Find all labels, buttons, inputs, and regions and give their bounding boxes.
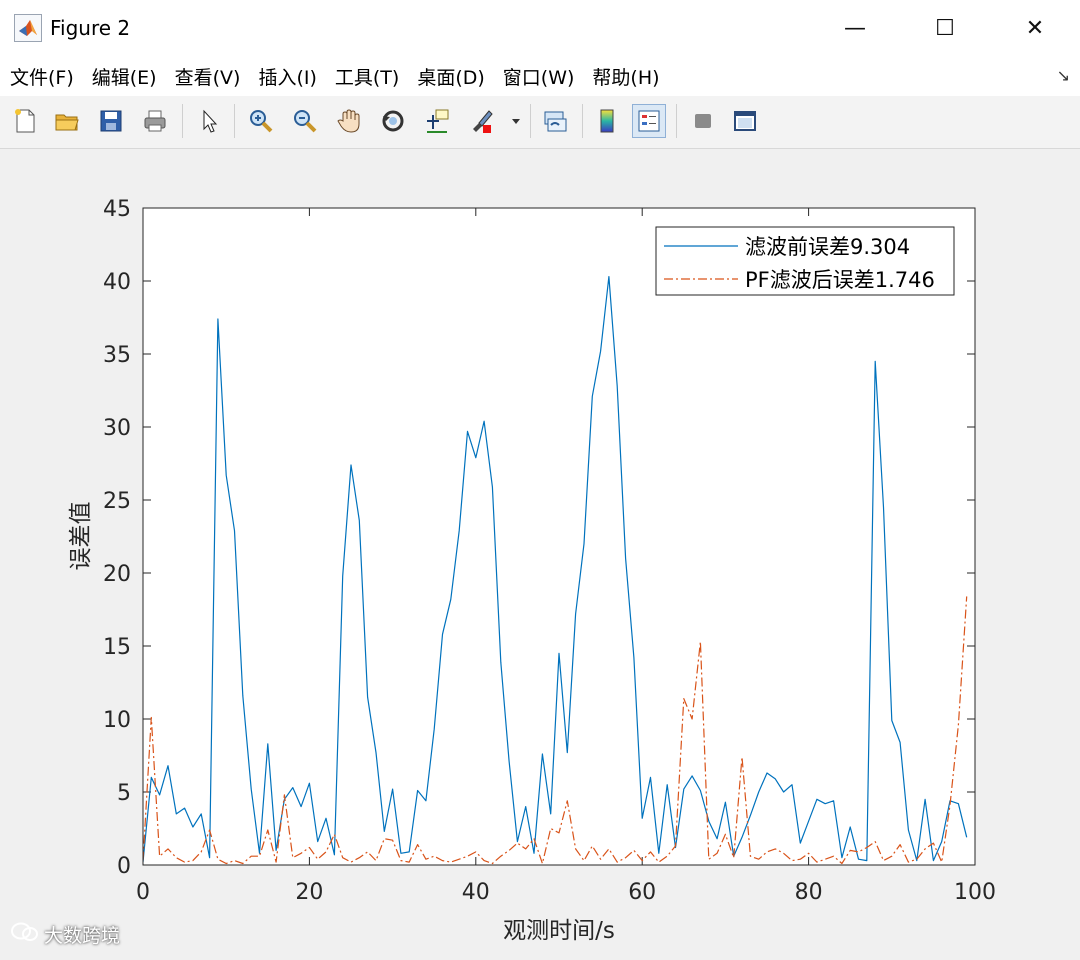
pan-hand-icon[interactable] — [332, 104, 366, 138]
menu-view[interactable]: 查看(V) — [175, 63, 241, 90]
menu-window[interactable]: 窗口(W) — [503, 63, 575, 90]
y-axis-label: 误差值 — [68, 502, 94, 571]
y-tick-label: 30 — [103, 416, 131, 441]
legend-label-before: 滤波前误差9.304 — [745, 235, 910, 259]
window-controls: — ☐ ✕ — [810, 0, 1080, 56]
show-tools-icon[interactable] — [728, 104, 762, 138]
figure-toolbar — [0, 96, 1080, 149]
save-icon[interactable] — [94, 104, 128, 138]
brush-dropdown-icon[interactable] — [504, 104, 528, 138]
x-tick-label: 40 — [462, 880, 490, 905]
legend-icon[interactable] — [632, 104, 666, 138]
zoom-in-icon[interactable] — [244, 104, 278, 138]
watermark-text: 大数跨境 — [44, 925, 121, 947]
legend[interactable]: 滤波前误差9.304 PF滤波后误差1.746 — [655, 226, 955, 296]
rotate-3d-icon[interactable] — [376, 104, 410, 138]
y-tick-label: 35 — [103, 343, 131, 368]
wechat-logo-icon — [10, 921, 40, 948]
new-figure-icon[interactable] — [8, 104, 42, 138]
line-chart: 0 20 40 60 80 100 0 5 10 15 20 25 30 35 40 45 观测时间/s 误差… — [68, 197, 996, 944]
y-tick-label: 15 — [103, 635, 131, 660]
open-folder-icon[interactable] — [50, 104, 84, 138]
close-button[interactable]: ✕ — [990, 0, 1080, 56]
menu-help[interactable]: 帮助(H) — [592, 63, 659, 90]
y-tick-label: 40 — [103, 270, 131, 295]
colorbar-icon[interactable] — [590, 104, 624, 138]
menu-bar: 文件(F) 编辑(E) 查看(V) 插入(I) 工具(T) 桌面(D) 窗口(W… — [0, 56, 1080, 96]
menu-insert[interactable]: 插入(I) — [258, 63, 316, 90]
window-titlebar: Figure 2 — ☐ ✕ — [0, 0, 1080, 56]
legend-label-after: PF滤波后误差1.746 — [745, 268, 935, 292]
y-tick-label: 0 — [117, 854, 131, 879]
y-tick-label: 10 — [103, 708, 131, 733]
x-tick-label: 0 — [136, 880, 150, 905]
plot-area — [143, 208, 975, 865]
watermark: 大数跨境 — [10, 921, 120, 948]
link-plot-icon[interactable] — [538, 104, 572, 138]
y-tick-label: 20 — [103, 562, 131, 587]
x-tick-label: 60 — [628, 880, 656, 905]
x-tick-label: 20 — [295, 880, 323, 905]
matlab-logo-icon — [14, 14, 42, 42]
print-icon[interactable] — [138, 104, 172, 138]
y-tick-label: 45 — [103, 197, 131, 222]
menu-file[interactable]: 文件(F) — [10, 63, 74, 90]
x-tick-label: 100 — [954, 880, 996, 905]
x-tick-label: 80 — [795, 880, 823, 905]
minimize-button[interactable]: — — [810, 0, 900, 56]
zoom-out-icon[interactable] — [288, 104, 322, 138]
y-tick-label: 5 — [117, 781, 131, 806]
pointer-icon[interactable] — [192, 104, 226, 138]
menu-desktop[interactable]: 桌面(D) — [417, 63, 484, 90]
menu-edit[interactable]: 编辑(E) — [92, 63, 157, 90]
window-title: Figure 2 — [50, 16, 131, 40]
data-cursor-icon[interactable] — [420, 104, 454, 138]
dock-arrow-icon[interactable]: ↘ — [1057, 66, 1070, 85]
maximize-button[interactable]: ☐ — [900, 0, 990, 56]
menu-tools[interactable]: 工具(T) — [335, 63, 399, 90]
y-tick-label: 25 — [103, 489, 131, 514]
hide-tools-icon[interactable] — [686, 104, 720, 138]
brush-icon[interactable] — [464, 104, 498, 138]
figure-canvas[interactable]: 0 20 40 60 80 100 0 5 10 15 20 25 30 35 40 45 观测时间/s 误差… — [0, 149, 1080, 956]
x-axis-label: 观测时间/s — [503, 918, 615, 944]
